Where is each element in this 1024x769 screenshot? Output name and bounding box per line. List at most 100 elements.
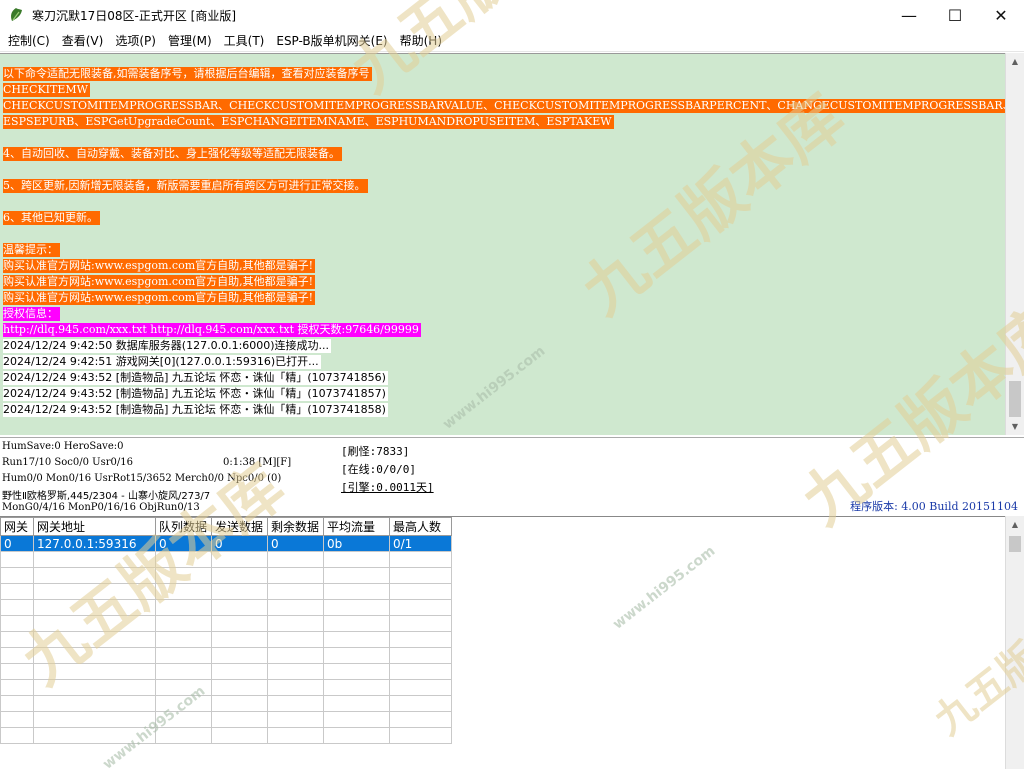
empty-cell [155, 711, 212, 728]
column-header[interactable]: 队列数据 [155, 517, 212, 536]
empty-cell [155, 727, 212, 744]
window-title: 寒刀沉默17日08区-正式开区 [商业版] [32, 8, 237, 23]
log-line: 授权信息： [0, 306, 1005, 322]
empty-cell [33, 583, 156, 600]
log-text: ESPSEPURB、ESPGetUpgradeCount、ESPCHANGEIT… [3, 115, 614, 129]
empty-cell [323, 711, 390, 728]
log-scroll-thumb[interactable] [1009, 381, 1021, 417]
menu-esp-gateway[interactable]: ESP-B版单机网关(E) [270, 30, 393, 52]
empty-cell [155, 679, 212, 696]
log-text: CHECKITEMW [3, 83, 90, 97]
empty-cell [155, 663, 212, 680]
program-version: 程序版本: 4.00 Build 20151104 [850, 500, 1018, 513]
empty-cell [389, 663, 452, 680]
column-header[interactable]: 网关 [0, 517, 34, 536]
empty-cell [211, 615, 268, 632]
minimize-button[interactable]: — [886, 0, 932, 30]
empty-row [0, 647, 452, 664]
empty-cell [33, 631, 156, 648]
empty-row [0, 663, 452, 680]
column-header[interactable]: 网关地址 [33, 517, 156, 536]
log-panel: 以下命令适配无限装备,如需装备序号，请根据后台编辑，查看对应装备序号 CHECKI… [0, 53, 1005, 435]
empty-cell [0, 679, 34, 696]
status-map: 野性Ⅱ欧格罗斯,445/2304 - 山寨小旋风/273/7 [2, 491, 211, 502]
empty-cell [211, 551, 268, 568]
menu-options[interactable]: 选项(P) [109, 30, 162, 52]
empty-cell [267, 631, 324, 648]
empty-cell [211, 727, 268, 744]
log-text: 2024/12/24 9:42:50 数据库服务器(127.0.0.1:6000… [3, 339, 332, 353]
empty-cell [267, 663, 324, 680]
empty-row [0, 631, 452, 648]
empty-row [0, 551, 452, 568]
online-label: [在线:0/0/0] [341, 463, 416, 476]
maximize-button[interactable]: ☐ [932, 0, 978, 30]
empty-cell [267, 551, 324, 568]
status-panel: HumSave:0 HeroSave:0 Run17/10 Soc0/0 Usr… [0, 437, 1024, 515]
table-cell: 0 [155, 535, 212, 552]
empty-cell [211, 599, 268, 616]
empty-row [0, 615, 452, 632]
menu-view[interactable]: 查看(V) [56, 30, 110, 52]
empty-cell [0, 599, 34, 616]
title-bar: 寒刀沉默17日08区-正式开区 [商业版] — ☐ ✕ [0, 0, 1024, 30]
empty-cell [323, 567, 390, 584]
empty-cell [33, 615, 156, 632]
log-text: 购买认准官方网站:www.espgom.com官方自助,其他都是骗子! [3, 259, 316, 273]
close-button[interactable]: ✕ [978, 0, 1024, 30]
empty-cell [33, 647, 156, 664]
empty-row [0, 567, 452, 584]
empty-cell [33, 711, 156, 728]
grid-scroll-thumb[interactable] [1009, 536, 1021, 552]
log-text: 温馨提示： [3, 243, 60, 257]
menu-tools[interactable]: 工具(T) [218, 30, 271, 52]
empty-cell [33, 567, 156, 584]
empty-cell [0, 615, 34, 632]
empty-row [0, 727, 452, 744]
chevron-up-icon[interactable]: ▲ [1006, 53, 1024, 70]
empty-cell [267, 679, 324, 696]
grid-scrollbar[interactable]: ▲ [1005, 516, 1024, 769]
log-line: 购买认准官方网站:www.espgom.com官方自助,其他都是骗子! [0, 274, 1005, 290]
log-line: CHECKITEMW [0, 82, 1005, 98]
log-line: 2024/12/24 9:43:52 [制造物品] 九五论坛 怀恋・诛仙「精」(… [0, 370, 1005, 386]
chevron-down-icon[interactable]: ▼ [1006, 418, 1024, 435]
empty-cell [33, 695, 156, 712]
log-text: 以下命令适配无限装备,如需装备序号，请根据后台编辑，查看对应装备序号 [3, 67, 372, 81]
empty-cell [33, 663, 156, 680]
chevron-up-icon[interactable]: ▲ [1006, 516, 1024, 533]
empty-cell [211, 631, 268, 648]
empty-cell [389, 583, 452, 600]
empty-cell [267, 711, 324, 728]
menu-help[interactable]: 帮助(H) [394, 30, 448, 52]
empty-cell [211, 663, 268, 680]
log-line: 4、自动回收、自动穿戴、装备对比、身上强化等级等适配无限装备。 [0, 146, 1005, 162]
empty-cell [155, 599, 212, 616]
log-line: 5、跨区更新,因新增无限装备，新版需要重启所有跨区方可进行正常交接。 [0, 178, 1005, 194]
column-header[interactable]: 发送数据 [211, 517, 268, 536]
empty-cell [389, 631, 452, 648]
table-row[interactable]: 0 127.0.0.1:59316 0 0 0 0b 0/1 [0, 535, 452, 552]
empty-cell [323, 663, 390, 680]
column-header[interactable]: 剩余数据 [267, 517, 324, 536]
empty-cell [33, 551, 156, 568]
log-scrollbar[interactable]: ▲ ▼ [1005, 53, 1024, 435]
log-line: 2024/12/24 9:43:52 [制造物品] 九五论坛 怀恋・诛仙「精」(… [0, 402, 1005, 418]
log-text: 2024/12/24 9:43:52 [制造物品] 九五论坛 怀恋・诛仙「精」(… [3, 403, 388, 417]
empty-cell [323, 599, 390, 616]
engine-label: [引擎:0.0011天] [341, 481, 434, 494]
table-cell: 0 [0, 535, 34, 552]
column-header[interactable]: 平均流量 [323, 517, 390, 536]
column-header[interactable]: 最高人数 [389, 517, 452, 536]
empty-cell [211, 567, 268, 584]
empty-cell [155, 615, 212, 632]
empty-cell [0, 583, 34, 600]
menu-control[interactable]: 控制(C) [2, 30, 56, 52]
menu-manage[interactable]: 管理(M) [162, 30, 218, 52]
log-text: 6、其他已知更新。 [3, 211, 100, 225]
log-line: http://dlq.945.com/xxx.txt http://dlq.94… [0, 322, 1005, 338]
empty-cell [267, 599, 324, 616]
log-line: 6、其他已知更新。 [0, 210, 1005, 226]
empty-cell [0, 727, 34, 744]
